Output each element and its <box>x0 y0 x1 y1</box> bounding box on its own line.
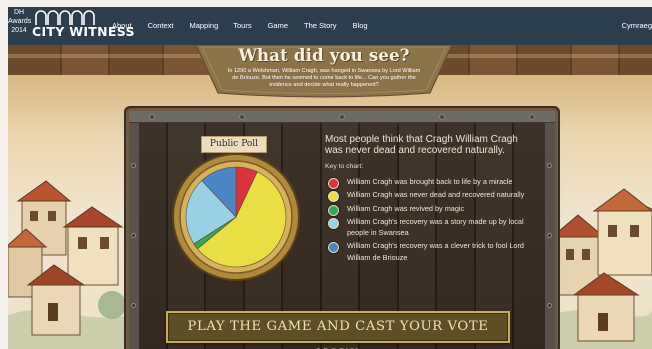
light-blue-dot-icon <box>328 217 339 229</box>
top-navigation-bar: DH Awards 2014 CITY WITNESS About Contex… <box>8 7 652 45</box>
poll-chart <box>170 151 302 283</box>
legend-item-clever-trick: William Cragh's recovery was a clever tr… <box>325 240 535 263</box>
bolt-icon <box>131 233 136 238</box>
bolt-icon <box>529 114 535 120</box>
nav-game-link[interactable]: Game <box>268 21 288 30</box>
board-frame-right <box>545 123 555 349</box>
title-banner: What did you see? In 1290 a Welshman, Wi… <box>196 45 452 99</box>
nav-about-link[interactable]: About <box>112 21 132 30</box>
poll-results-text: Most people think that Cragh William Cra… <box>325 134 535 265</box>
public-poll-label: Public Poll <box>201 136 267 153</box>
chart-legend: William Cragh was brought back to life b… <box>325 176 535 263</box>
nav-mapping-link[interactable]: Mapping <box>189 21 218 30</box>
bolt-icon <box>547 163 552 168</box>
pie-slices <box>185 166 287 268</box>
badge-line: 2014 <box>11 27 27 34</box>
dh-awards-badge[interactable]: DH Awards 2014 <box>8 7 32 37</box>
medieval-town-illustration-left <box>8 180 134 349</box>
bolt-icon <box>149 114 155 120</box>
legend-text: William Cragh was revived by magic <box>347 203 465 213</box>
nav-the-story-link[interactable]: The Story <box>304 21 337 30</box>
poll-pie-chart <box>172 153 300 281</box>
legend-item-natural-recovery: William Cragh was never dead and recover… <box>325 189 535 203</box>
legend-item-magic: William Cragh was revived by magic <box>325 203 535 216</box>
green-dot-icon <box>328 204 339 216</box>
board-frame-left <box>129 123 139 349</box>
yellow-dot-icon <box>328 191 339 203</box>
blue-dot-icon <box>328 242 339 254</box>
red-dot-icon <box>328 178 339 189</box>
legend-text: William Cragh was brought back to life b… <box>347 177 513 186</box>
medieval-town-illustration-right <box>548 188 652 349</box>
poll-headline: Most people think that Cragh William Cra… <box>325 134 518 156</box>
bolt-icon <box>239 114 245 120</box>
bolt-icon <box>339 114 345 120</box>
bolt-icon <box>131 163 136 168</box>
bolt-icon <box>547 233 552 238</box>
nav-tours-link[interactable]: Tours <box>233 21 251 30</box>
legend-item-miracle: William Cragh was brought back to life b… <box>325 176 535 189</box>
bolt-icon <box>131 303 136 308</box>
main-nav: About Context Mapping Tours Game The Sto… <box>112 21 384 30</box>
badge-line: Awards <box>8 18 32 25</box>
legend-item-made-up-story: William Cragh's recovery was a story mad… <box>325 216 535 239</box>
bolt-icon <box>547 303 552 308</box>
badge-line: DH <box>13 9 25 16</box>
legend-text: William Cragh was never dead and recover… <box>347 190 525 200</box>
language-switch-link[interactable]: Cymraeg <box>622 21 652 30</box>
hero-scene: What did you see? In 1290 a Welshman, Wi… <box>8 45 652 349</box>
bolt-icon <box>439 114 445 120</box>
banner-title: What did you see? <box>238 46 410 65</box>
nav-context-link[interactable]: Context <box>148 21 174 30</box>
play-game-vote-button[interactable]: PLAY THE GAME AND CAST YOUR VOTE NOW! <box>166 311 510 349</box>
nav-blog-link[interactable]: Blog <box>353 21 368 30</box>
chart-key-title: Key to chart: <box>325 163 364 170</box>
iron-band <box>129 111 555 123</box>
legend-text: William Cragh's recovery was a clever tr… <box>347 241 524 262</box>
banner-subtitle: In 1290 a Welshman, William Cragh, was h… <box>227 68 421 88</box>
legend-text: William Cragh's recovery was a story mad… <box>347 216 524 238</box>
